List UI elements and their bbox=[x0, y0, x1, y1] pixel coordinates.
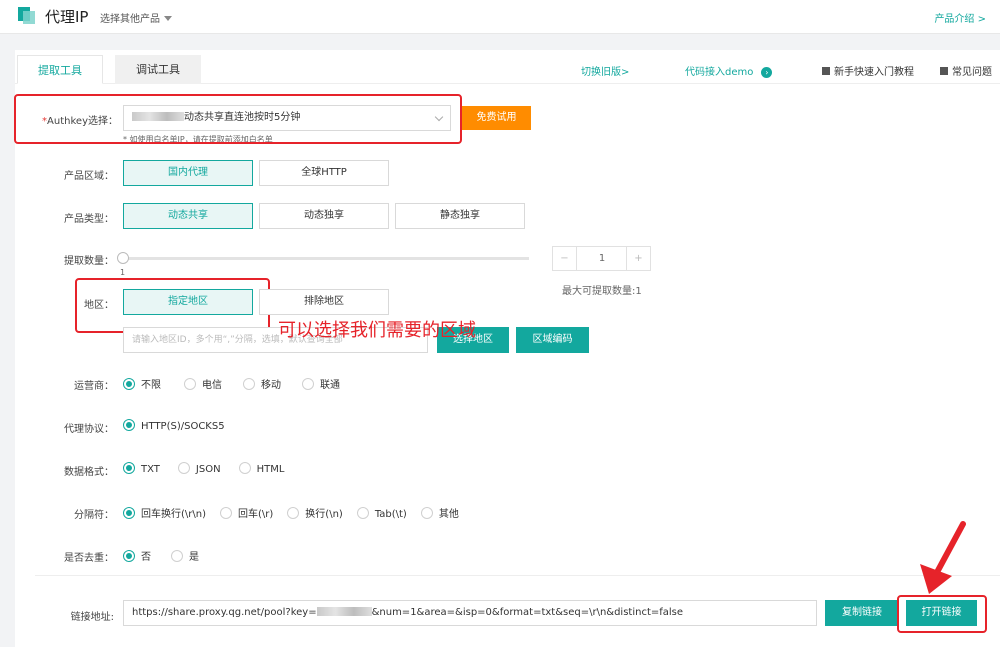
format-option-json[interactable]: JSON bbox=[177, 462, 221, 475]
format-label: 数据格式： bbox=[64, 467, 114, 478]
radio-unchecked-icon bbox=[177, 462, 190, 474]
radio-checked-icon bbox=[123, 419, 135, 431]
separator-option-tab[interactable]: Tab(\t) bbox=[356, 507, 407, 520]
faq-link[interactable]: 常见问题 bbox=[940, 63, 992, 78]
slider-value: 1 bbox=[120, 268, 126, 277]
stepper-plus-button[interactable]: + bbox=[626, 247, 650, 270]
quantity-label: 提取数量： bbox=[64, 256, 114, 267]
beginner-guide-link[interactable]: 新手快速入门教程 bbox=[822, 63, 914, 78]
annotation-text: 可以选择我们需要的区域 bbox=[278, 320, 476, 341]
protocol-radio-group: HTTP(S)/SOCKS5 bbox=[123, 419, 239, 433]
authkey-selected-text: 动态共享直连池按时5分钟 bbox=[184, 112, 301, 123]
product-select-dropdown[interactable]: 选择其他产品 bbox=[100, 10, 172, 25]
tab-extract-tool[interactable]: 提取工具 bbox=[17, 55, 103, 84]
dedupe-option-no[interactable]: 否 bbox=[123, 548, 151, 563]
separator-radio-group: 回车换行(\r\n) 回车(\r) 换行(\n) Tab(\t) 其他 bbox=[123, 505, 473, 520]
protocol-option-http-socks5[interactable]: HTTP(S)/SOCKS5 bbox=[123, 419, 225, 432]
link-address-label: 链接地址: bbox=[70, 612, 114, 623]
redacted-key bbox=[316, 607, 372, 616]
link-url-field[interactable]: https://share.proxy.qg.net/pool?key= &num… bbox=[123, 600, 817, 626]
max-quantity-note: 最大可提取数量:1 bbox=[562, 286, 642, 297]
book-icon bbox=[822, 67, 830, 75]
link-url-prefix: https://share.proxy.qg.net/pool?key= bbox=[132, 607, 317, 618]
authkey-label: *Authkey选择： bbox=[42, 116, 118, 127]
dedupe-option-yes[interactable]: 是 bbox=[171, 548, 199, 563]
caret-down-icon bbox=[164, 16, 172, 21]
code-demo-link[interactable]: 代码接入demo › bbox=[685, 63, 773, 78]
separator-label: 分隔符： bbox=[74, 510, 114, 521]
product-select-label: 选择其他产品 bbox=[100, 14, 160, 25]
top-bar: 代理IP 选择其他产品 产品介绍 > bbox=[0, 0, 1000, 34]
quantity-slider-handle[interactable] bbox=[117, 252, 129, 264]
link-url-suffix: &num=1&area=&isp=0&format=txt&seq=\r\n&d… bbox=[371, 607, 684, 618]
radio-unchecked-icon bbox=[287, 507, 300, 519]
dedupe-radio-group: 否是 bbox=[123, 548, 213, 563]
separator-option-crlf[interactable]: 回车换行(\r\n) bbox=[123, 505, 206, 520]
tab-bar: 提取工具 调试工具 切换旧版> 代码接入demo › 新手快速入门教程 常见问题 bbox=[15, 50, 1000, 84]
dedupe-label: 是否去重： bbox=[64, 553, 114, 564]
tab-debug-tool[interactable]: 调试工具 bbox=[115, 55, 201, 84]
region-option-global-http[interactable]: 全球HTTP bbox=[259, 160, 389, 186]
isp-radio-group: 不限 电信 移动 联通 bbox=[123, 376, 354, 391]
redacted-key bbox=[132, 112, 184, 121]
stepper-minus-button[interactable]: − bbox=[553, 247, 577, 270]
radio-unchecked-icon bbox=[302, 378, 314, 390]
protocol-label: 代理协议： bbox=[64, 424, 114, 435]
radio-checked-icon bbox=[123, 550, 135, 562]
faq-label: 常见问题 bbox=[952, 67, 992, 78]
radio-unchecked-icon bbox=[171, 550, 183, 562]
quantity-stepper: − 1 + bbox=[552, 246, 651, 271]
format-option-txt[interactable]: TXT bbox=[123, 462, 160, 475]
format-option-html[interactable]: HTML bbox=[238, 462, 284, 475]
switch-old-version-link[interactable]: 切换旧版> bbox=[581, 63, 629, 78]
radio-unchecked-icon bbox=[220, 507, 232, 519]
radio-unchecked-icon bbox=[238, 462, 251, 474]
area-label: 地区： bbox=[84, 300, 114, 311]
chevron-down-icon bbox=[434, 112, 444, 122]
area-code-button[interactable]: 区域编码 bbox=[516, 327, 589, 353]
isp-option-mobile[interactable]: 移动 bbox=[243, 376, 281, 391]
isp-option-any[interactable]: 不限 bbox=[123, 376, 161, 391]
copy-link-button[interactable]: 复制链接 bbox=[825, 600, 899, 626]
separator-option-cr[interactable]: 回车(\r) bbox=[220, 505, 273, 520]
radio-checked-icon bbox=[123, 378, 135, 390]
beginner-guide-label: 新手快速入门教程 bbox=[834, 67, 914, 78]
product-type-label: 产品类型： bbox=[64, 214, 114, 225]
radio-unchecked-icon bbox=[184, 378, 196, 390]
app-title: 代理IP bbox=[45, 8, 89, 26]
authkey-select[interactable]: 动态共享直连池按时5分钟 bbox=[123, 105, 451, 131]
radio-unchecked-icon bbox=[243, 378, 255, 390]
divider bbox=[35, 575, 1000, 576]
product-region-label: 产品区域： bbox=[64, 171, 114, 182]
code-demo-label: 代码接入demo bbox=[685, 67, 754, 78]
stepper-value[interactable]: 1 bbox=[577, 247, 627, 270]
open-link-button[interactable]: 打开链接 bbox=[906, 600, 977, 626]
region-option-domestic[interactable]: 国内代理 bbox=[123, 160, 253, 186]
logo-icon bbox=[18, 7, 35, 24]
type-option-dynamic-exclusive[interactable]: 动态独享 bbox=[259, 203, 389, 229]
arrow-right-circle-icon: › bbox=[761, 67, 773, 78]
product-intro-link[interactable]: 产品介绍 > bbox=[934, 10, 986, 25]
radio-unchecked-icon bbox=[356, 507, 369, 519]
type-option-static-exclusive[interactable]: 静态独享 bbox=[395, 203, 525, 229]
free-trial-button[interactable]: 免费试用 bbox=[462, 106, 531, 130]
isp-option-telecom[interactable]: 电信 bbox=[184, 376, 222, 391]
radio-unchecked-icon bbox=[420, 507, 433, 519]
radio-checked-icon bbox=[123, 462, 135, 474]
authkey-hint: * 如使用白名单IP，请在提取前添加白名单 bbox=[123, 135, 273, 142]
isp-option-unicom[interactable]: 联通 bbox=[302, 376, 340, 391]
separator-option-lf[interactable]: 换行(\n) bbox=[287, 505, 343, 520]
area-option-exclude[interactable]: 排除地区 bbox=[259, 289, 389, 315]
type-option-dynamic-shared[interactable]: 动态共享 bbox=[123, 203, 253, 229]
isp-label: 运营商： bbox=[74, 381, 114, 392]
area-option-specify[interactable]: 指定地区 bbox=[123, 289, 253, 315]
chat-icon bbox=[940, 67, 948, 75]
format-radio-group: TXT JSON HTML bbox=[123, 462, 298, 476]
annotation-arrow-icon bbox=[920, 521, 966, 594]
radio-checked-icon bbox=[123, 507, 135, 519]
separator-option-other[interactable]: 其他 bbox=[420, 505, 459, 520]
quantity-slider-track[interactable] bbox=[123, 257, 529, 260]
